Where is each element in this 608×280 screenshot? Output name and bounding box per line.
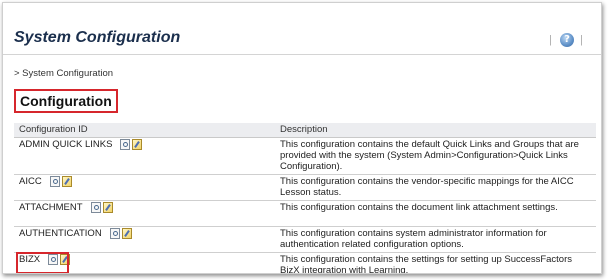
config-id-cell: ADMIN QUICK LINKS [14,137,275,175]
config-id-cell: AUTHENTICATION [14,226,275,253]
edit-icon[interactable] [60,253,71,265]
header-separator: | [580,34,583,46]
description-cell: This configuration contains the default … [275,137,596,175]
config-id-cell: ATTACHMENT [14,200,275,227]
header-separator: | [549,34,552,46]
config-id-label: ATTACHMENT [19,201,83,213]
page-header: System Configuration | ? | [3,3,601,55]
config-id-label: BIZX [19,253,41,265]
edit-icon[interactable] [132,138,143,150]
table-row: BIZX This configuration contains the set… [14,252,596,273]
help-icon[interactable]: ? [560,33,574,47]
configuration-table: Configuration ID Description ADMIN QUICK… [14,123,596,273]
app-window: System Configuration | ? | > System Conf… [2,2,602,274]
view-icon[interactable] [48,253,59,265]
table-row: ATTACHMENT This configuration contains t… [14,200,596,227]
table-row: AUTHENTICATION This configuration contai… [14,226,596,253]
config-id-cell: BIZX [14,252,275,273]
table-row: ADMIN QUICK LINKS This configuration con… [14,137,596,175]
breadcrumb[interactable]: > System Configuration [14,68,113,79]
table-header-row: Configuration ID Description [14,123,596,138]
table-row: AICC This configuration contains the ven… [14,174,596,201]
config-id-label: AUTHENTICATION [19,227,102,239]
view-icon[interactable] [90,201,101,213]
config-id-cell: AICC [14,174,275,201]
column-header-configuration-id[interactable]: Configuration ID [14,123,275,138]
description-cell: This configuration contains the vendor-s… [275,174,596,201]
edit-icon[interactable] [102,201,113,213]
view-icon[interactable] [120,138,131,150]
edit-icon[interactable] [61,175,72,187]
view-icon[interactable] [109,227,120,239]
config-id-label: ADMIN QUICK LINKS [19,138,113,150]
section-title: Configuration [14,89,118,113]
description-cell: This configuration contains the settings… [275,252,596,273]
page-title: System Configuration [14,29,181,46]
description-cell: This configuration contains system admin… [275,226,596,253]
config-id-label: AICC [19,175,42,187]
view-icon[interactable] [49,175,60,187]
edit-icon[interactable] [121,227,132,239]
column-header-description[interactable]: Description [275,123,596,138]
description-cell: This configuration contains the document… [275,200,596,227]
